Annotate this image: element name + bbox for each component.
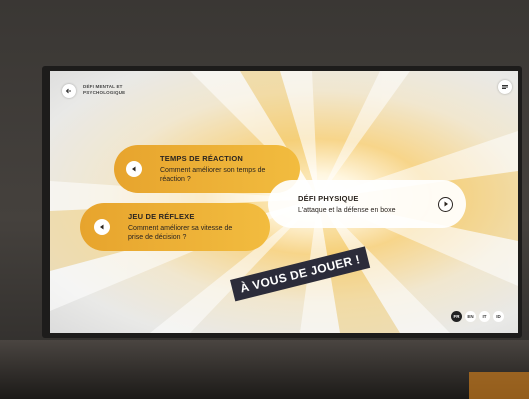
play-left-button[interactable]: [94, 219, 110, 235]
card-defi-physique[interactable]: DÉFI PHYSIQUE L'attaque et la défense en…: [268, 180, 466, 228]
card-title: DÉFI PHYSIQUE: [298, 193, 359, 203]
menu-button[interactable]: [498, 80, 512, 94]
play-left-icon: [132, 166, 136, 172]
floor-light: [469, 372, 529, 399]
arrow-left-icon: [65, 88, 71, 94]
card-title: JEU DE RÉFLEXE: [128, 212, 195, 221]
play-right-button[interactable]: [438, 196, 453, 212]
play-left-icon: [100, 224, 104, 230]
kiosk-base: [0, 340, 529, 399]
card-title: TEMPS DE RÉACTION: [160, 154, 243, 163]
page-title: DÉFI MENTAL ET PSYCHOLOGIQUE: [83, 84, 126, 95]
lang-en[interactable]: EN: [465, 311, 476, 322]
card-temps-de-reaction[interactable]: TEMPS DE RÉACTION Comment améliorer son …: [114, 145, 300, 193]
lang-fr[interactable]: FR: [451, 311, 462, 322]
play-right-icon: [444, 201, 448, 207]
play-left-button[interactable]: [126, 161, 142, 177]
menu-icon: [502, 85, 508, 89]
card-subtitle: Comment améliorer sa vitesse de prise de…: [128, 225, 233, 241]
language-selector: FR EN IT ID: [451, 311, 504, 322]
card-jeu-de-reflexe[interactable]: JEU DE RÉFLEXE Comment améliorer sa vite…: [80, 203, 270, 251]
lang-it[interactable]: IT: [479, 311, 490, 322]
card-subtitle: Comment améliorer son temps de réaction …: [160, 167, 266, 183]
card-subtitle: L'attaque et la défense en boxe: [298, 206, 396, 214]
lang-id[interactable]: ID: [493, 311, 504, 322]
back-button[interactable]: [62, 84, 76, 98]
